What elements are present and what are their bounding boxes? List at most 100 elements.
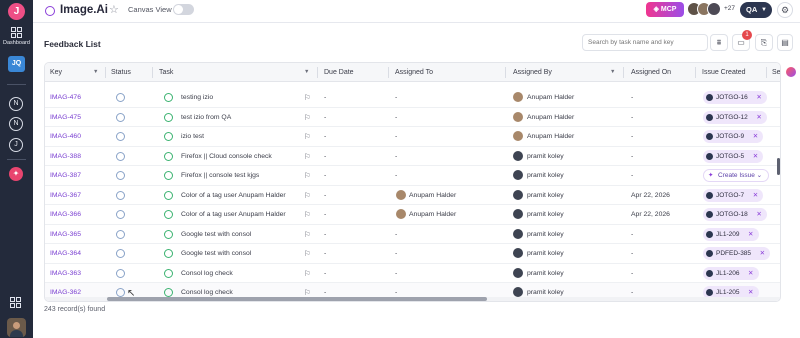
app-logo[interactable]: J	[8, 3, 25, 20]
row-task[interactable]: testing izio	[181, 94, 213, 101]
flag-icon[interactable]: ⚐	[304, 113, 311, 122]
filter-icon[interactable]: ⩩	[710, 34, 728, 51]
issue-pill[interactable]: JL1-206 ✕	[703, 266, 759, 280]
unlink-icon[interactable]: ✕	[760, 247, 765, 260]
unlink-icon[interactable]: ✕	[753, 189, 758, 202]
table-row[interactable]: IMAG-365 Google test with consol ⚐ - - pramit…	[45, 225, 780, 244]
table-row[interactable]: IMAG-367 Color of a tag user Anupam Halde…	[45, 186, 780, 205]
workspace-badge[interactable]: JQ	[8, 56, 25, 72]
row-task[interactable]: izio test	[181, 133, 204, 140]
table-row[interactable]: IMAG-387 Firefox || console test kjgs ⚐ - - p…	[45, 166, 780, 186]
sidebar-item-n1[interactable]: N	[9, 97, 23, 111]
flag-icon[interactable]: ⚐	[304, 269, 311, 278]
document-icon[interactable]: ▤	[777, 34, 793, 51]
table-row[interactable]: IMAG-460 izio test ⚐ - - Anupam Halder - JOTGO-…	[45, 127, 780, 147]
row-key-link[interactable]: IMAG-367	[50, 192, 81, 199]
row-task[interactable]: Consol log check	[181, 289, 233, 296]
row-task[interactable]: Firefox || Cloud console check	[181, 153, 272, 160]
status-circle-icon[interactable]	[116, 151, 125, 161]
sort-caret-icon[interactable]: ▼	[304, 69, 309, 75]
unlink-icon[interactable]: ✕	[756, 91, 761, 104]
issue-pill[interactable]: JOTGO-9 ✕	[703, 130, 764, 143]
row-key-link[interactable]: IMAG-475	[50, 114, 81, 121]
row-key-link[interactable]: IMAG-362	[50, 289, 81, 296]
flag-icon[interactable]: ⚐	[304, 93, 311, 102]
gear-icon[interactable]: ⚙	[777, 2, 793, 18]
sidebar-item-j[interactable]: J	[9, 138, 23, 152]
status-circle-icon[interactable]	[116, 210, 125, 219]
flag-icon[interactable]: ⚐	[304, 132, 311, 141]
star-icon[interactable]: ☆	[109, 3, 119, 16]
row-key-link[interactable]: IMAG-365	[50, 231, 81, 238]
status-circle-icon[interactable]	[116, 288, 125, 297]
flag-icon[interactable]: ⚐	[304, 249, 311, 258]
unlink-icon[interactable]: ✕	[756, 208, 761, 221]
status-circle-icon[interactable]	[116, 249, 125, 258]
flame-icon[interactable]: ✦	[9, 167, 23, 181]
dashboard-nav[interactable]: Dashboard	[0, 27, 33, 46]
column-assigned-to[interactable]: Assigned To	[395, 69, 433, 76]
column-key[interactable]: Key	[50, 69, 62, 76]
flag-icon[interactable]: ⚐	[304, 210, 311, 219]
sort-caret-icon[interactable]: ▼	[93, 69, 98, 75]
unlink-icon[interactable]: ✕	[753, 150, 758, 163]
column-due-date[interactable]: Due Date	[324, 69, 354, 76]
row-task[interactable]: Firefox || console test kjgs	[181, 172, 259, 179]
horizontal-scrollbar[interactable]	[45, 297, 780, 301]
issue-pill[interactable]: JOTGO-12 ✕	[703, 110, 767, 124]
table-row[interactable]: IMAG-388 Firefox || Cloud console check ⚐ -…	[45, 147, 780, 166]
column-issue-created[interactable]: Issue Created	[702, 69, 746, 76]
column-status[interactable]: Status	[111, 69, 131, 76]
row-key-link[interactable]: IMAG-366	[50, 211, 81, 218]
row-key-link[interactable]: IMAG-460	[50, 133, 81, 140]
table-row[interactable]: IMAG-363 Consol log check ⚐ - - pramit koley -…	[45, 264, 780, 283]
user-avatar[interactable]	[7, 318, 26, 337]
status-circle-icon[interactable]	[116, 190, 125, 200]
apps-grid-icon[interactable]	[10, 295, 21, 313]
row-task[interactable]: Color of a tag user Anupam Halder	[181, 211, 286, 218]
row-task[interactable]: Consol log check	[181, 270, 233, 277]
table-row[interactable]: IMAG-366 Color of a tag user Anupam Halde…	[45, 205, 780, 225]
status-circle-icon[interactable]	[116, 132, 125, 141]
sidebar-item-n2[interactable]: N	[9, 117, 23, 131]
unlink-icon[interactable]: ✕	[748, 267, 753, 280]
vertical-scrollbar[interactable]	[777, 158, 780, 175]
issue-pill[interactable]: PDFED-385 ✕	[703, 247, 771, 260]
row-key-link[interactable]: IMAG-388	[50, 153, 81, 160]
column-task[interactable]: Task	[159, 69, 173, 76]
column-extra[interactable]: Se	[772, 69, 780, 76]
table-row[interactable]: IMAG-476 testing izio ⚐ - - Anupam Halder - JOT…	[45, 88, 780, 108]
canvas-view-toggle[interactable]	[173, 4, 194, 15]
mcp-button[interactable]: ◈ MCP	[646, 2, 684, 17]
row-task[interactable]: Google test with consol	[181, 250, 251, 257]
flag-icon[interactable]: ⚐	[304, 230, 311, 239]
table-row[interactable]: IMAG-475 test izio from QA ⚐ - - Anupam Halde…	[45, 108, 780, 127]
export-icon[interactable]: ⎘	[755, 34, 773, 51]
create-issue-button[interactable]: ✦ Create Issue ⌄	[703, 169, 770, 182]
issue-pill[interactable]: JOTGO-18 ✕	[703, 208, 767, 221]
row-task[interactable]: Color of a tag user Anupam Halder	[181, 192, 286, 199]
unlink-icon[interactable]: ✕	[756, 111, 761, 124]
column-assigned-by[interactable]: Assigned By	[513, 69, 552, 76]
table-row[interactable]: IMAG-364 Google test with consol ⚐ - - pramit…	[45, 244, 780, 264]
issue-pill[interactable]: JOTGO-5 ✕	[703, 149, 764, 163]
row-task[interactable]: Google test with consol	[181, 231, 251, 238]
unlink-icon[interactable]: ✕	[753, 130, 758, 143]
flag-icon[interactable]: ⚐	[304, 288, 311, 297]
scrollbar-thumb[interactable]	[107, 297, 487, 301]
flag-icon[interactable]: ⚐	[304, 152, 311, 161]
row-key-link[interactable]: IMAG-476	[50, 94, 81, 101]
row-key-link[interactable]: IMAG-363	[50, 270, 81, 277]
flag-icon[interactable]: ⚐	[304, 191, 311, 200]
row-task[interactable]: test izio from QA	[181, 114, 231, 121]
status-circle-icon[interactable]	[116, 112, 125, 122]
issue-pill[interactable]: JL1-209 ✕	[703, 227, 759, 241]
status-circle-icon[interactable]	[116, 171, 125, 180]
search-input[interactable]	[582, 34, 708, 51]
row-key-link[interactable]: IMAG-364	[50, 250, 81, 257]
user-menu[interactable]: QA ▼	[740, 2, 772, 18]
status-circle-icon[interactable]	[116, 229, 125, 239]
assistant-icon[interactable]	[786, 67, 796, 77]
issue-pill[interactable]: JOTGO-16 ✕	[703, 91, 767, 104]
sort-caret-icon[interactable]: ▼	[610, 69, 615, 75]
